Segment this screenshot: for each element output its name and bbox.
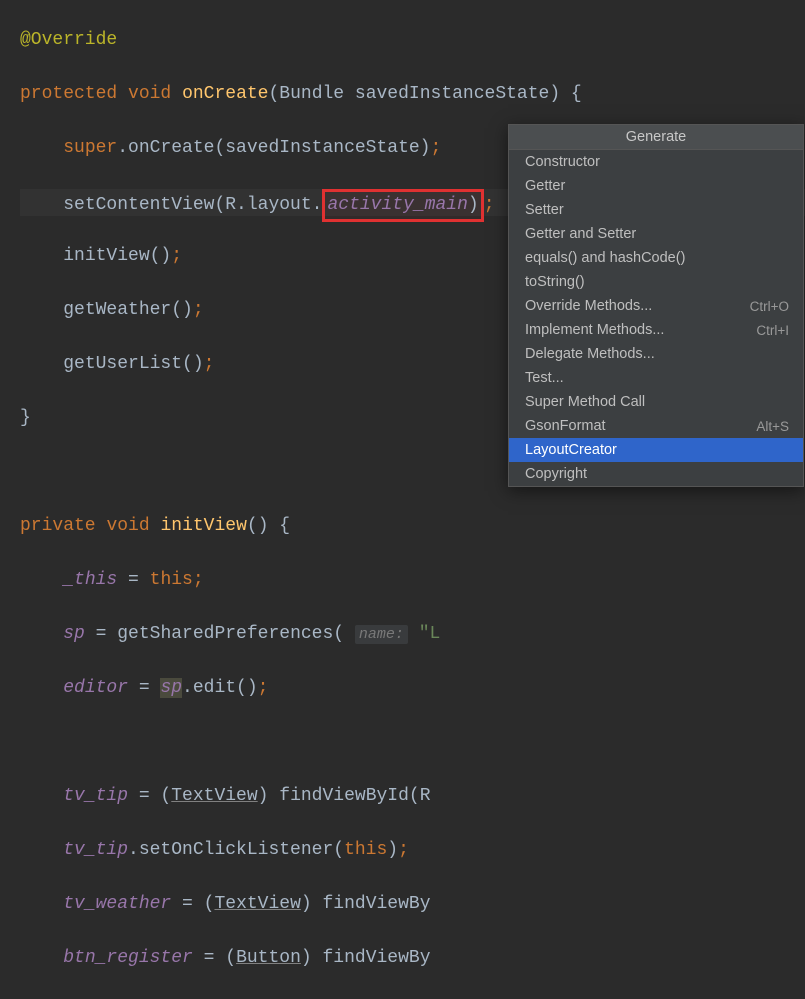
method-onCreate: onCreate [182, 84, 268, 104]
onCreate-params: (Bundle savedInstanceState) { [268, 84, 581, 104]
sp-ref: sp [160, 678, 182, 698]
menu-item-label: toString() [525, 274, 585, 290]
highlighted-layout-ref: activity_main) [322, 189, 483, 222]
eq: = [117, 570, 149, 590]
param-hint-name: name: [355, 625, 408, 644]
menu-item-layoutcreator[interactable]: LayoutCreator [509, 438, 803, 462]
kw-this2: this [344, 840, 387, 860]
menu-item-setter[interactable]: Setter [509, 198, 803, 222]
kw-void: void [106, 516, 149, 536]
field-sp: sp [63, 624, 85, 644]
field-tv-tip: tv_tip [63, 786, 128, 806]
method-initView: initView [160, 516, 246, 536]
menu-item-getter-and-setter[interactable]: Getter and Setter [509, 222, 803, 246]
kw-this: this [150, 570, 193, 590]
generate-context-menu: Generate Constructor Getter Setter Getter a… [508, 124, 804, 487]
super-onCreate: .onCreate(savedInstanceState) [117, 138, 430, 158]
menu-item-label: Getter [525, 178, 565, 194]
field-tv-weather: tv_weather [63, 894, 171, 914]
field-tv-tip2: tv_tip [63, 840, 128, 860]
eq-cast3: = ( [193, 948, 236, 968]
field-editor: editor [63, 678, 128, 698]
semi: ; [484, 195, 495, 215]
menu-item-label: Copyright [525, 466, 587, 482]
menu-item-shortcut: Ctrl+O [750, 299, 789, 314]
menu-item-label: LayoutCreator [525, 442, 617, 458]
menu-title: Generate [509, 125, 803, 150]
close-brace: } [20, 408, 31, 428]
menu-item-shortcut: Ctrl+I [756, 323, 789, 338]
menu-item-label: Delegate Methods... [525, 346, 655, 362]
getUserList-call: getUserList() [63, 354, 203, 374]
kw-super: super [63, 138, 117, 158]
menu-item-shortcut: Alt+S [756, 419, 789, 434]
cast-close: ) [258, 786, 280, 806]
menu-item-super-method-call[interactable]: Super Method Call [509, 390, 803, 414]
kw-protected: protected [20, 84, 117, 104]
semi: ; [204, 354, 215, 374]
menu-item-getter[interactable]: Getter [509, 174, 803, 198]
setOnClickListener: .setOnClickListener( [128, 840, 344, 860]
field-this: _this [63, 570, 117, 590]
menu-item-label: Override Methods... [525, 298, 652, 314]
menu-item-label: Getter and Setter [525, 226, 636, 242]
cast-TextView2: TextView [214, 894, 300, 914]
close-paren: ) [468, 195, 479, 215]
cast-close2: ) [301, 894, 323, 914]
getWeather-call: getWeather() [63, 300, 193, 320]
activity-main-ref: activity_main [327, 195, 467, 215]
setContentView-call: setContentView(R.layout. [63, 195, 322, 215]
findViewBy-call: findViewBy [323, 894, 431, 914]
menu-item-label: Implement Methods... [525, 322, 664, 338]
eq: = [128, 678, 160, 698]
menu-item-label: equals() and hashCode() [525, 250, 685, 266]
initView-call: initView() [63, 246, 171, 266]
annotation: @Override [20, 30, 117, 50]
field-btn-register: btn_register [63, 948, 193, 968]
edit-call: .edit() [182, 678, 258, 698]
eq: = [85, 624, 117, 644]
findViewBy-call2: findViewBy [322, 948, 430, 968]
menu-item-tostring[interactable]: toString() [509, 270, 803, 294]
findViewById-call: findViewById(R [279, 786, 430, 806]
menu-item-label: Super Method Call [525, 394, 645, 410]
initView-params: () { [247, 516, 290, 536]
semi: ; [431, 138, 442, 158]
cast-TextView: TextView [171, 786, 257, 806]
eq-cast2: = ( [171, 894, 214, 914]
menu-item-gsonformat[interactable]: GsonFormat Alt+S [509, 414, 803, 438]
menu-item-label: Constructor [525, 154, 600, 170]
string-literal: "L [408, 624, 440, 644]
cast-close3: ) [301, 948, 323, 968]
semi: ; [193, 570, 204, 590]
kw-private: private [20, 516, 96, 536]
semi: ; [398, 840, 409, 860]
menu-item-label: GsonFormat [525, 418, 606, 434]
menu-item-test[interactable]: Test... [509, 366, 803, 390]
kw-void: void [128, 84, 171, 104]
menu-item-override-methods[interactable]: Override Methods... Ctrl+O [509, 294, 803, 318]
semi: ; [171, 246, 182, 266]
getSharedPreferences-call: getSharedPreferences( [117, 624, 355, 644]
eq-cast: = ( [128, 786, 171, 806]
menu-item-copyright[interactable]: Copyright [509, 462, 803, 486]
semi: ; [193, 300, 204, 320]
menu-item-delegate-methods[interactable]: Delegate Methods... [509, 342, 803, 366]
menu-item-label: Setter [525, 202, 564, 218]
menu-item-label: Test... [525, 370, 564, 386]
menu-item-constructor[interactable]: Constructor [509, 150, 803, 174]
menu-item-equals-and-hashcode[interactable]: equals() and hashCode() [509, 246, 803, 270]
semi: ; [258, 678, 269, 698]
menu-items-container: Constructor Getter Setter Getter and Setter… [509, 150, 803, 486]
cast-Button: Button [236, 948, 301, 968]
close-listener: ) [387, 840, 398, 860]
menu-item-implement-methods[interactable]: Implement Methods... Ctrl+I [509, 318, 803, 342]
